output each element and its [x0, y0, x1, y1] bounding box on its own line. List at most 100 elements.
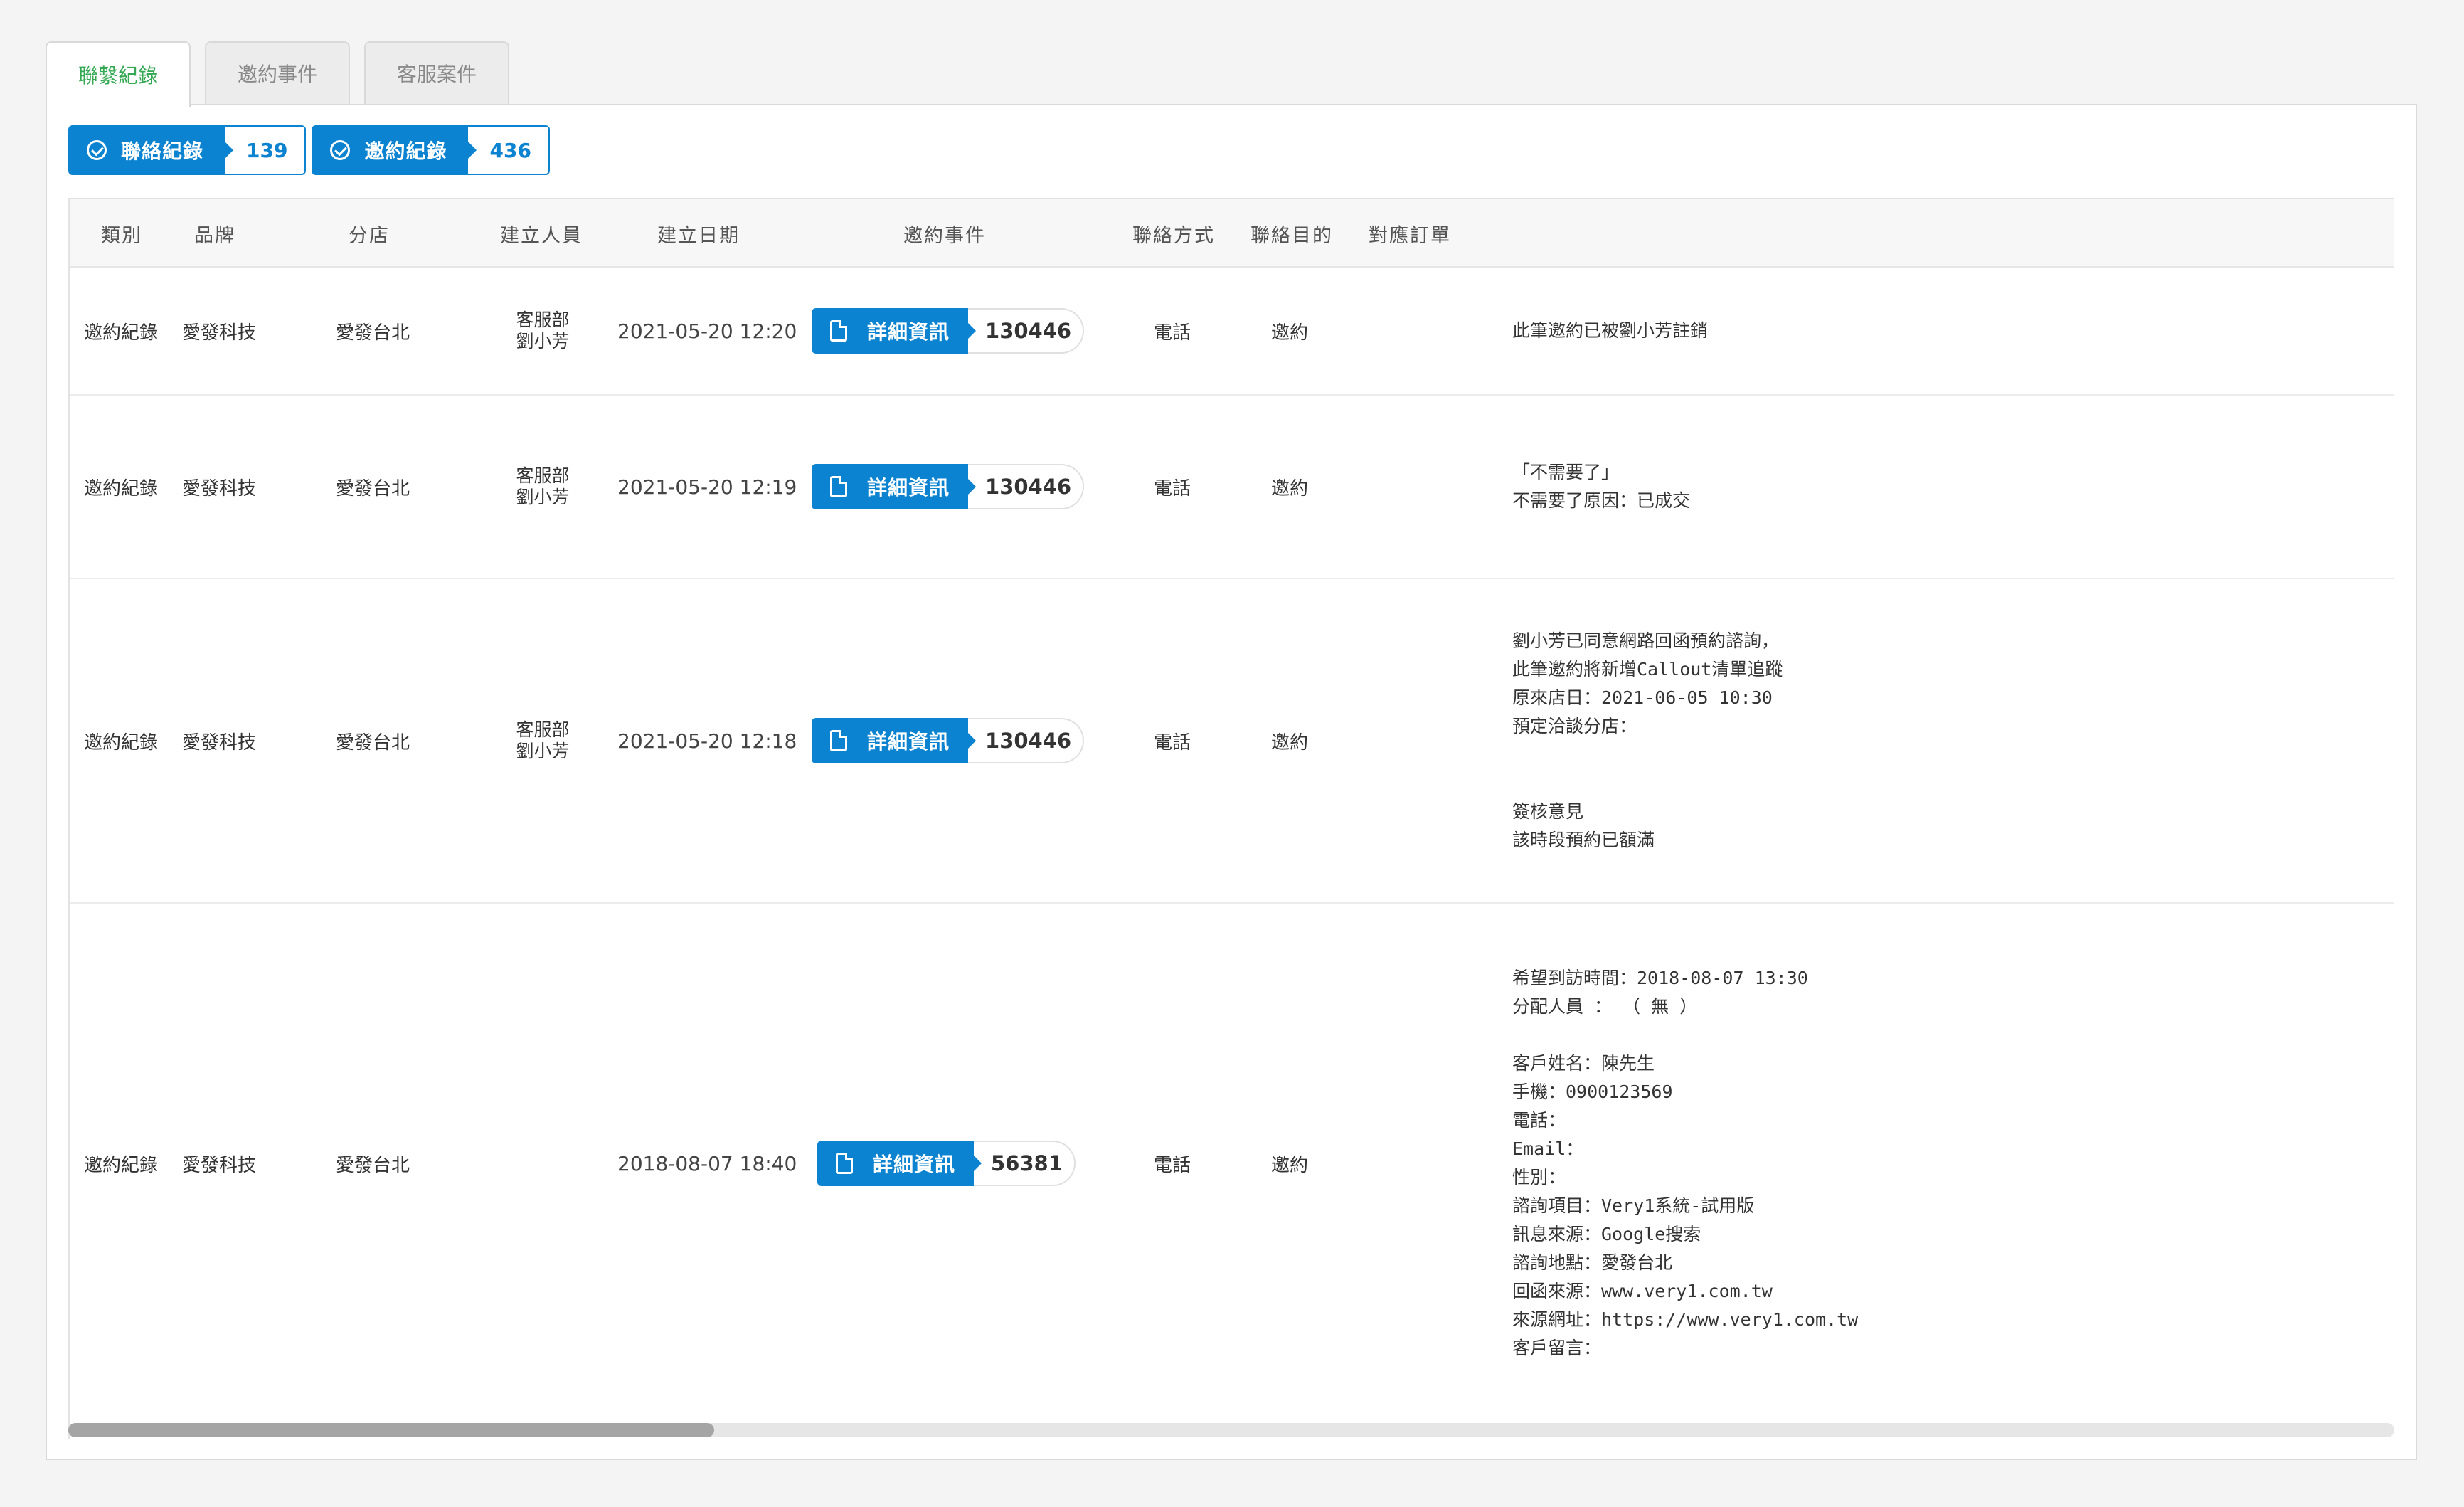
cell-purpose: 邀約: [1270, 477, 1308, 499]
note-line: [1512, 769, 1783, 798]
note-line: 訊息來源：Google搜索: [1512, 1224, 1701, 1244]
document-icon: [830, 320, 847, 342]
detail-button[interactable]: 詳細資訊 56381: [817, 1141, 1076, 1186]
note-line: 客戶留言：: [1512, 1338, 1602, 1358]
cell-method: 電話: [1153, 1154, 1191, 1176]
note-line: 手機：0900123569: [1512, 1082, 1673, 1102]
document-icon: [830, 730, 847, 751]
creator-dept: 客服部: [516, 465, 570, 486]
cell-note: 希望到訪時間：2018-08-07 13:30 分配人員 ： （ 無 ） 客戶姓…: [1512, 904, 1858, 1423]
note-line: 希望到訪時間：2018-08-07 13:30: [1512, 968, 1808, 988]
detail-button[interactable]: 詳細資訊 130446: [812, 464, 1085, 509]
note-line: 「不需要了」: [1512, 462, 1620, 482]
note-line: [1512, 1021, 1858, 1049]
cell-category: 邀約紀錄: [84, 322, 159, 344]
note-line: 不需要了原因：已成交: [1512, 490, 1691, 511]
cell-creator: 客服部 劉小芳: [489, 268, 596, 394]
creator-dept: 客服部: [516, 719, 570, 740]
check-circle-icon: [330, 140, 351, 160]
contact-records-count: 139: [225, 125, 307, 175]
cell-note: 此筆邀約已被劉小芳註銷: [1512, 268, 1708, 394]
cell-method: 電話: [1153, 477, 1191, 499]
records-table: 類別 品牌 分店 建立人員 建立日期 邀約事件 聯絡方式 聯絡目的 對應訂單 邀…: [68, 198, 2394, 1439]
note-line: 性別：: [1512, 1167, 1566, 1188]
creator-dept: 客服部: [516, 310, 570, 330]
header-contact-method: 聯絡方式: [1132, 224, 1215, 247]
note-line: 諮詢地點：愛發台北: [1512, 1252, 1673, 1273]
creator-name: 劉小芳: [516, 741, 570, 761]
cell-brand: 愛發科技: [182, 477, 257, 499]
cell-method: 電話: [1153, 731, 1191, 754]
cell-method: 電話: [1153, 322, 1191, 344]
note-line: 諮詢項目：Very1系統-試用版: [1512, 1195, 1755, 1216]
cell-event: 詳細資訊 130446: [812, 268, 1085, 394]
cell-note: 「不需要了」 不需要了原因：已成交: [1512, 396, 1690, 578]
table-header: 類別 品牌 分店 建立人員 建立日期 邀約事件 聯絡方式 聯絡目的 對應訂單: [70, 199, 2394, 268]
counter-label-text: 聯絡紀錄: [121, 139, 204, 163]
header-contact-purpose: 聯絡目的: [1250, 224, 1333, 247]
cell-creator: 客服部 劉小芳: [489, 396, 596, 578]
horizontal-scrollbar[interactable]: [68, 1423, 2394, 1437]
check-circle-icon: [87, 140, 107, 160]
detail-button[interactable]: 詳細資訊 130446: [812, 718, 1085, 763]
cell-branch: 愛發台北: [336, 477, 410, 499]
cell-branch: 愛發台北: [336, 322, 410, 344]
note-line: 劉小芳已同意網路回函預約諮詢，: [1512, 630, 1780, 651]
cell-branch: 愛發台北: [336, 1154, 410, 1176]
cell-note: 劉小芳已同意網路回函預約諮詢， 此筆邀約將新增Callout清單追蹤 原來店日：…: [1512, 579, 1783, 902]
main-panel: 聯絡紀錄 139 邀約紀錄 436 類別 品牌 分店 建立人員 建立日期 邀約事…: [46, 104, 2417, 1460]
table-row: 邀約紀錄 愛發科技 愛發台北 2018-08-07 18:40 詳細資訊 563…: [70, 904, 2394, 1423]
tab-invitation-events[interactable]: 邀約事件: [205, 41, 351, 104]
cell-event: 詳細資訊 130446: [812, 579, 1085, 902]
invitation-records-counter[interactable]: 邀約紀錄 436: [312, 125, 550, 175]
scrollbar-thumb[interactable]: [68, 1423, 714, 1437]
detail-button-label[interactable]: 詳細資訊: [812, 308, 977, 354]
detail-text: 詳細資訊: [867, 476, 950, 499]
detail-text: 詳細資訊: [873, 1153, 956, 1176]
note-line: 此筆邀約將新增Callout清單追蹤: [1512, 659, 1783, 680]
creator-name: 劉小芳: [516, 487, 570, 507]
cell-date: 2021-05-20 12:20: [617, 319, 797, 343]
cell-date: 2018-08-07 18:40: [617, 1151, 797, 1175]
detail-text: 詳細資訊: [867, 730, 950, 754]
note-line: 簽核意見: [1512, 801, 1584, 822]
note-line: 回函來源：www.very1.com.tw: [1512, 1281, 1773, 1301]
cell-purpose: 邀約: [1270, 322, 1308, 344]
note-line: 客戶姓名：陳先生: [1512, 1053, 1655, 1074]
counter-group: 聯絡紀錄 139 邀約紀錄 436: [68, 125, 556, 175]
detail-button-label[interactable]: 詳細資訊: [817, 1141, 982, 1186]
cell-date: 2021-05-20 12:18: [617, 729, 797, 753]
header-branch: 分店: [349, 224, 390, 247]
cell-purpose: 邀約: [1270, 731, 1308, 754]
detail-text: 詳細資訊: [867, 320, 950, 344]
tab-contact-records[interactable]: 聯繫紀錄: [46, 41, 191, 107]
table-row: 邀約紀錄 愛發科技 愛發台北 客服部 劉小芳 2021-05-20 12:18 …: [70, 579, 2394, 904]
note-line: 該時段預約已額滿: [1512, 830, 1655, 850]
note-line: 電話：: [1512, 1110, 1566, 1131]
event-id: 130446: [968, 464, 1085, 509]
cell-category: 邀約紀錄: [84, 1154, 159, 1176]
cell-purpose: 邀約: [1270, 1154, 1308, 1176]
cell-brand: 愛發科技: [182, 322, 257, 344]
note-line: 預定洽談分店：: [1512, 716, 1637, 736]
table-row: 邀約紀錄 愛發科技 愛發台北 客服部 劉小芳 2021-05-20 12:20 …: [70, 268, 2394, 396]
note-line: 原來店日：2021-06-05 10:30: [1512, 687, 1773, 708]
note-line: Email：: [1512, 1138, 1584, 1159]
invitation-records-count: 436: [468, 125, 550, 175]
detail-button-label[interactable]: 詳細資訊: [812, 718, 977, 763]
event-id: 56381: [974, 1141, 1076, 1186]
tab-service-cases[interactable]: 客服案件: [364, 41, 510, 104]
cell-creator: [489, 904, 596, 1423]
cell-event: 詳細資訊 56381: [817, 904, 1076, 1423]
counter-label-text: 邀約紀錄: [364, 139, 447, 163]
contact-records-counter-label[interactable]: 聯絡紀錄: [68, 125, 234, 175]
detail-button-label[interactable]: 詳細資訊: [812, 464, 977, 509]
cell-creator: 客服部 劉小芳: [489, 579, 596, 902]
document-icon: [830, 476, 847, 497]
note-line: 此筆邀約已被劉小芳註銷: [1512, 320, 1709, 341]
contact-records-counter[interactable]: 聯絡紀錄 139: [68, 125, 307, 175]
detail-button[interactable]: 詳細資訊 130446: [812, 308, 1085, 354]
invitation-records-counter-label[interactable]: 邀約紀錄: [312, 125, 477, 175]
note-line: 分配人員 ： （ 無 ）: [1512, 996, 1698, 1017]
table-row: 邀約紀錄 愛發科技 愛發台北 客服部 劉小芳 2021-05-20 12:19 …: [70, 396, 2394, 579]
